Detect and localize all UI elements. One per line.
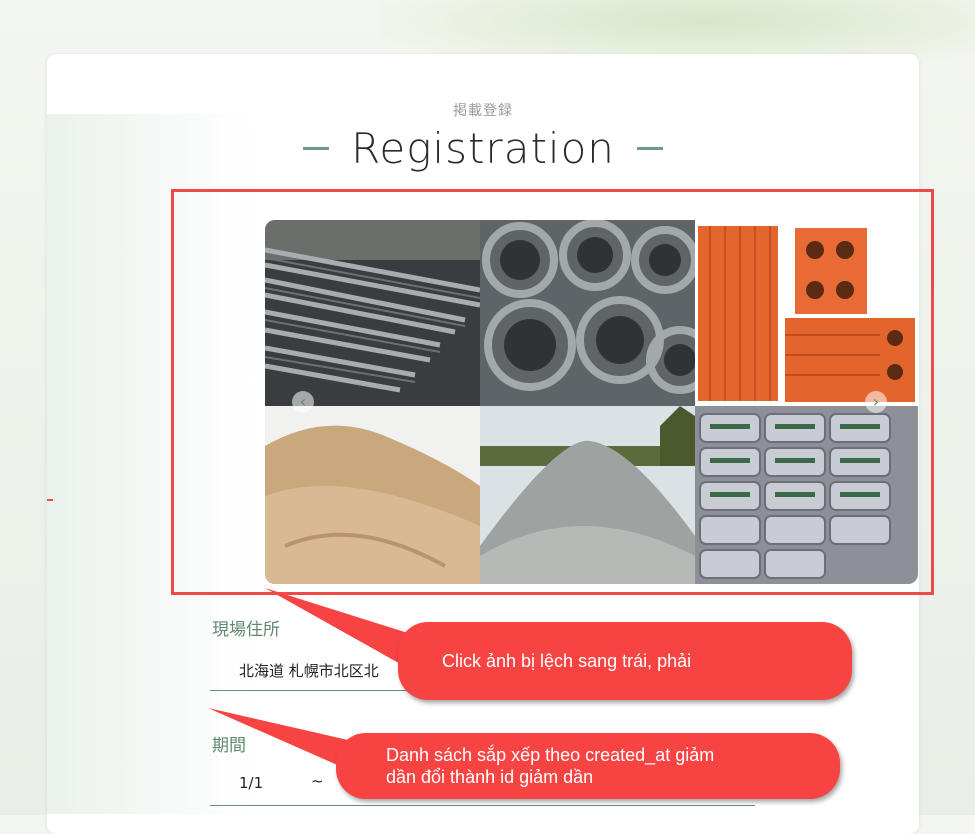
title-dash-left — [303, 147, 330, 150]
period-underline — [210, 805, 755, 806]
callout-1-text: Click ảnh bị lệch sang trái, phải — [442, 650, 692, 671]
callout-2-line-1: Danh sách sắp xếp theo created_at giảm — [386, 745, 715, 765]
page-title: Registration — [351, 124, 615, 173]
period-label: 期間 — [212, 736, 246, 756]
callout-2-text: Danh sách sắp xếp theo created_at giảm d… — [386, 744, 714, 788]
annotation-callout-sort: Danh sách sắp xếp theo created_at giảm d… — [336, 733, 840, 799]
period-separator: ~ — [311, 772, 324, 790]
page-subtitle: 掲載登録 — [453, 103, 513, 119]
title-row: Registration — [47, 124, 919, 173]
address-input[interactable]: 北海道 札幌市北区北 — [239, 660, 379, 681]
annotation-callout-carousel: Click ảnh bị lệch sang trái, phải — [398, 622, 852, 700]
carousel-highlight-box — [171, 189, 934, 595]
address-label: 現場住所 — [212, 620, 280, 640]
title-dash-right — [636, 147, 663, 150]
callout-2-line-2: dần đổi thành id giảm dần — [386, 767, 594, 787]
period-start-input[interactable]: 1/1 — [239, 774, 263, 792]
annotation-tick — [47, 499, 53, 501]
